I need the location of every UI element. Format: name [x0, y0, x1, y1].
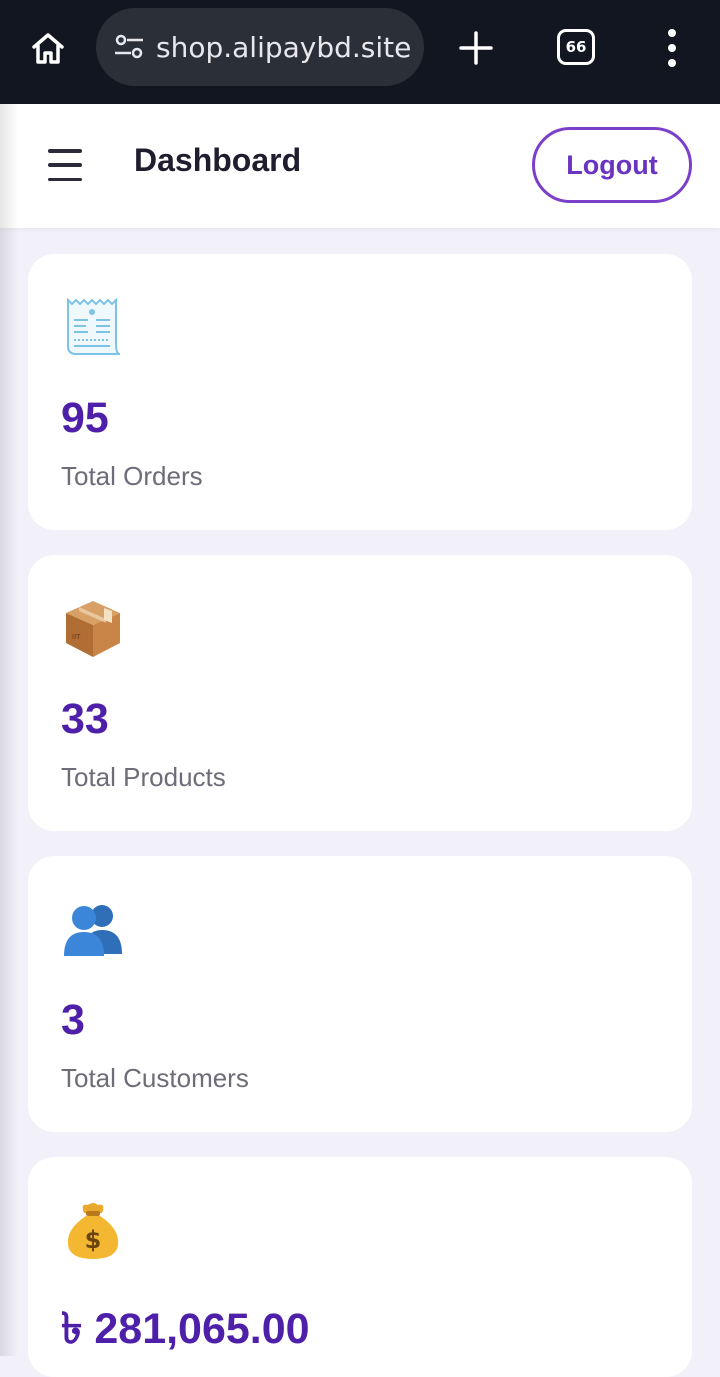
tab-switcher-button[interactable]: 66: [557, 29, 595, 65]
svg-text:$: $: [85, 1226, 102, 1254]
money-bag-icon: $: [62, 1199, 124, 1261]
hamburger-menu-icon[interactable]: [48, 147, 84, 183]
more-options-icon[interactable]: [652, 26, 692, 70]
total-products-value: 33: [61, 695, 109, 743]
app-header: Dashboard Logout: [0, 104, 720, 228]
site-settings-icon[interactable]: [112, 30, 146, 64]
package-icon: IIT: [62, 597, 124, 659]
receipt-icon: [62, 296, 124, 358]
users-icon: [62, 898, 124, 960]
total-revenue-value: ৳ 281,065.00: [61, 1305, 310, 1353]
stat-card-products: IIT 33 Total Products: [28, 555, 692, 831]
home-icon[interactable]: [26, 26, 70, 70]
total-orders-value: 95: [61, 394, 109, 442]
logout-button[interactable]: Logout: [532, 127, 692, 203]
total-customers-value: 3: [61, 996, 85, 1044]
page-title: Dashboard: [134, 142, 302, 178]
edge-shadow: [0, 104, 18, 1356]
svg-text:IIT: IIT: [72, 633, 81, 641]
stat-card-revenue: $ ৳ 281,065.00: [28, 1157, 692, 1377]
url-text[interactable]: shop.alipaybd.site: [156, 31, 411, 64]
address-bar[interactable]: shop.alipaybd.site: [96, 8, 424, 86]
stat-card-customers: 3 Total Customers: [28, 856, 692, 1132]
total-orders-label: Total Orders: [61, 461, 203, 491]
total-customers-label: Total Customers: [61, 1063, 249, 1093]
total-products-label: Total Products: [61, 762, 226, 792]
browser-toolbar: shop.alipaybd.site 66: [0, 0, 720, 104]
stat-card-orders: 95 Total Orders: [28, 254, 692, 530]
new-tab-icon[interactable]: [452, 24, 500, 72]
